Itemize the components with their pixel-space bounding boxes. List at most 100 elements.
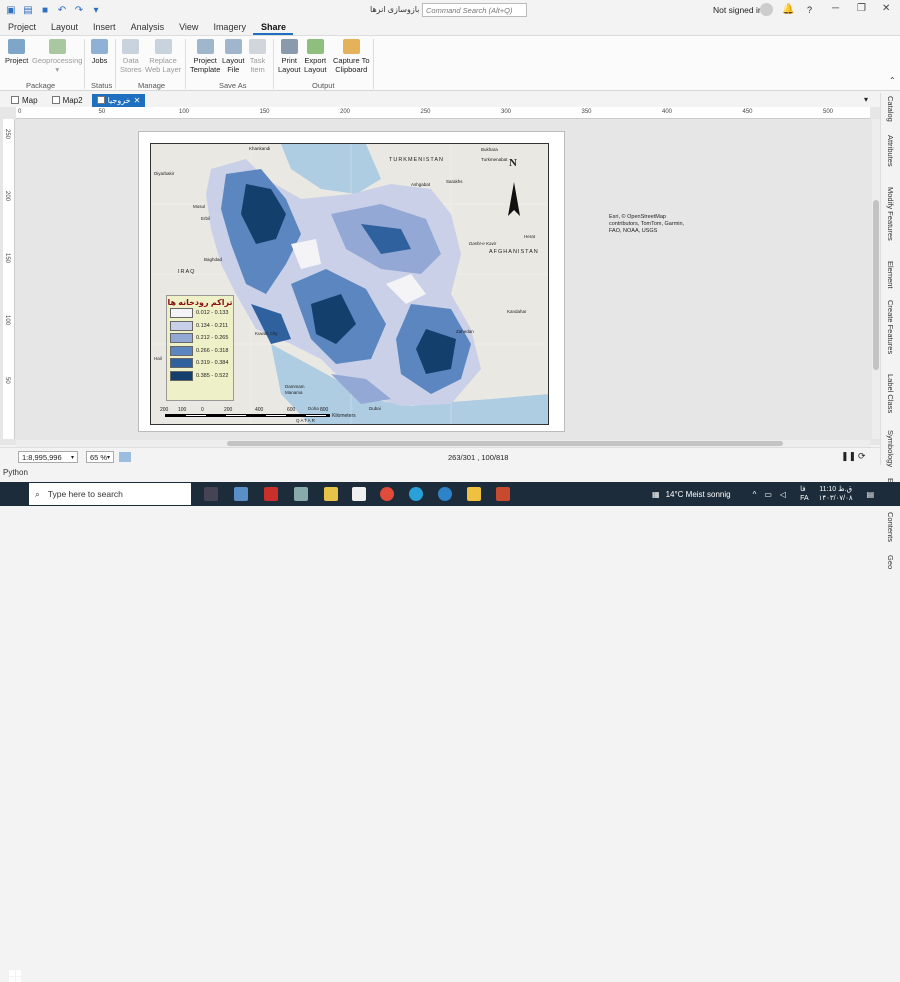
help-button[interactable]: ? <box>807 5 812 15</box>
save-icon[interactable]: ■ <box>39 4 51 16</box>
maximize-icon[interactable]: ❐ <box>857 3 866 14</box>
dock-pane-catalog[interactable]: Catalog <box>886 96 895 122</box>
geoprocessing-button[interactable]: Geoprocessing ▾ <box>32 39 82 74</box>
legend-item: 0.319 - 0.384 <box>170 357 233 370</box>
coordinate-readout: 263/301 , 100/818 <box>448 453 509 462</box>
dock-pane-modify-features[interactable]: Modify Features <box>886 187 895 241</box>
notification-icon[interactable]: ▤ <box>867 490 875 499</box>
tab-view[interactable]: View <box>171 20 205 35</box>
ruler-tick-label: 150 <box>4 253 10 264</box>
horizontal-scroll-thumb[interactable] <box>227 441 783 446</box>
new-project-icon[interactable]: ▣ <box>5 4 17 16</box>
weather-text[interactable]: 14°C Meist sonnig <box>666 490 731 499</box>
tray-chevron-icon[interactable]: ^ <box>753 490 757 499</box>
sign-in-status[interactable]: Not signed in <box>713 5 763 15</box>
command-search-input[interactable]: Command Search (Alt+Q) <box>422 3 527 17</box>
scale-selector[interactable]: 1:8,995,996 ▾ <box>18 451 78 463</box>
dock-pane-attributes[interactable]: Attributes <box>886 135 895 167</box>
layout-file-button[interactable]: Layout File <box>222 39 245 74</box>
dock-pane-geo[interactable]: Geo <box>886 555 895 569</box>
project-template-button[interactable]: Project Template <box>190 39 220 74</box>
file-icon[interactable] <box>352 487 366 501</box>
open-icon[interactable]: ▤ <box>22 4 34 16</box>
refresh-icon[interactable]: ⟳ <box>858 451 866 462</box>
search-icon: ⌕ <box>35 488 40 499</box>
city-label: Baghdad <box>204 257 223 262</box>
arcgis-pro-icon[interactable] <box>438 487 452 501</box>
tab-imagery[interactable]: Imagery <box>205 20 253 35</box>
map-view-icon <box>51 96 60 104</box>
clock[interactable]: 11:10 ق.ظ ۱۴۰۳/۰۷/۰۸ <box>819 485 853 503</box>
dock-pane-create-features[interactable]: Create Features <box>886 300 895 354</box>
close-tab-icon[interactable]: ✕ <box>134 96 141 105</box>
powerpoint-icon[interactable] <box>496 487 510 501</box>
view-tab-layout[interactable]: خروجیا ✕ <box>91 93 146 107</box>
printer-icon <box>280 39 298 54</box>
dock-pane-contents[interactable]: Contents <box>886 512 895 542</box>
ruler-tick-label: 200 <box>4 191 10 202</box>
avatar-icon[interactable] <box>760 3 773 16</box>
capture-clipboard-button[interactable]: Capture To Clipboard <box>333 39 370 74</box>
view-tab-map2[interactable]: Map2 <box>47 94 88 107</box>
city-label: Mosul <box>193 204 206 209</box>
minimize-icon[interactable]: ─ <box>832 3 839 14</box>
country-label: AFGHANISTAN <box>489 249 539 255</box>
group-package-label: Package <box>26 81 56 90</box>
ribbon: Project Geoprocessing ▾ Package Jobs Stat… <box>0 35 900 91</box>
group-output-label: Output <box>312 81 335 90</box>
tab-project[interactable]: Project <box>0 20 43 35</box>
app-icon[interactable] <box>264 487 278 501</box>
dock-pane-label-class[interactable]: Label Class <box>886 374 895 413</box>
close-icon[interactable]: ✕ <box>882 3 890 14</box>
notification-bell-icon[interactable]: 🔔 <box>782 4 794 15</box>
ruler-tick-label: 250 <box>420 109 431 115</box>
taskbar-search-input[interactable]: ⌕ Type here to search <box>29 483 191 505</box>
pause-drawing-icon[interactable]: ❚❚ <box>841 451 856 462</box>
collapse-ribbon-icon[interactable]: ⌃ <box>889 76 896 85</box>
map-credits: Esri, © OpenStreetMap contributors, TomT… <box>609 214 685 234</box>
country-label: IRAQ <box>178 269 196 275</box>
app-icon[interactable] <box>294 487 308 501</box>
data-stores-button[interactable]: Data Stores <box>120 39 142 74</box>
task-view-icon[interactable] <box>204 487 218 501</box>
python-pane-tab[interactable]: Python <box>3 468 28 477</box>
replace-web-layer-button[interactable]: Replace Web Layer <box>145 39 181 74</box>
tab-share[interactable]: Share <box>252 20 293 35</box>
jobs-button[interactable]: Jobs <box>91 39 108 65</box>
tab-analysis[interactable]: Analysis <box>123 20 172 35</box>
view-tab-map[interactable]: Map <box>6 94 43 107</box>
city-label: Khankandi <box>249 146 271 151</box>
map-view-icon <box>11 96 19 104</box>
app-icon[interactable] <box>234 487 248 501</box>
export-icon <box>306 39 324 54</box>
task-item-button[interactable]: Task Item <box>249 39 266 74</box>
vertical-scroll-thumb[interactable] <box>873 200 879 370</box>
ruler-tick-label: 400 <box>662 109 673 115</box>
customize-icon[interactable]: ▾ <box>90 4 102 16</box>
export-layout-button[interactable]: Export Layout <box>304 39 327 74</box>
chrome-icon[interactable] <box>380 487 394 501</box>
legend-swatch <box>170 358 193 369</box>
project-button[interactable]: Project <box>5 39 28 65</box>
zoom-selector[interactable]: 65 % ▾ <box>86 451 114 463</box>
windows-start-icon[interactable] <box>9 970 21 982</box>
tab-insert[interactable]: Insert <box>85 20 123 35</box>
map-legend[interactable]: تراکم رودخانه ها 0.012 - 0.133 0.134 - 0.… <box>166 295 234 401</box>
tab-layout[interactable]: Layout <box>43 20 85 35</box>
volume-icon[interactable]: ◁ <box>780 490 786 499</box>
dock-pane-element[interactable]: Element <box>886 261 895 289</box>
redo-icon[interactable]: ↷ <box>73 4 85 16</box>
app-icon[interactable] <box>324 487 338 501</box>
network-icon[interactable]: ▭ <box>764 490 772 499</box>
ruler-tick-label: 100 <box>179 109 190 115</box>
quick-access-toolbar: ▣ ▤ ■ ↶ ↷ ▾ <box>0 4 102 16</box>
undo-icon[interactable]: ↶ <box>56 4 68 16</box>
edge-icon[interactable] <box>409 487 423 501</box>
tab-list-chevron-icon[interactable]: ▾ <box>864 95 868 104</box>
fixed-zoom-icon[interactable] <box>119 452 131 462</box>
print-layout-button[interactable]: Print Layout <box>278 39 301 74</box>
dock-pane-symbology[interactable]: Symbology <box>886 430 895 467</box>
right-dock-panes: Catalog Attributes Modify Features Element C… <box>880 93 900 569</box>
ribbon-tabs: Project Layout Insert Analysis View Imagery Sh… <box>0 20 900 35</box>
file-explorer-icon[interactable] <box>467 487 481 501</box>
